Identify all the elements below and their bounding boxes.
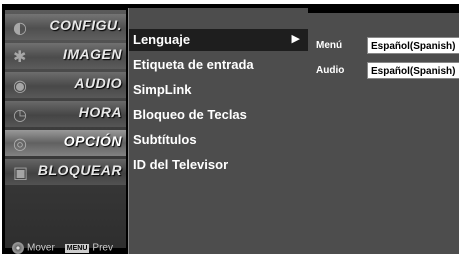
submenu-item-bloqueo-teclas[interactable]: Bloqueo de Teclas bbox=[133, 107, 247, 122]
move-arrows-icon bbox=[12, 242, 24, 254]
submenu-item-subtitulos[interactable]: Subtítulos bbox=[133, 132, 197, 147]
category-sidebar: ◐ CONFIGU. ✱ IMAGEN ◉ AUDIO ◷ HORA ◎ OPC… bbox=[5, 10, 126, 248]
speaker-icon: ◉ bbox=[13, 76, 27, 95]
category-configu[interactable]: ◐ CONFIGU. bbox=[5, 14, 126, 40]
prev-label: Prev bbox=[92, 242, 113, 254]
category-bloquear[interactable]: ▣ BLOQUEAR bbox=[5, 159, 126, 185]
category-label: AUDIO bbox=[74, 75, 122, 91]
category-imagen[interactable]: ✱ IMAGEN bbox=[5, 43, 126, 69]
option-dial-icon: ◎ bbox=[13, 134, 27, 153]
category-label: OPCIÓN bbox=[63, 133, 122, 149]
category-label: BLOQUEAR bbox=[37, 162, 122, 178]
arrow-right-icon: ▶ bbox=[291, 33, 300, 45]
audio-language-label: Audio bbox=[316, 65, 345, 76]
category-label: HORA bbox=[78, 104, 122, 120]
category-audio[interactable]: ◉ AUDIO bbox=[5, 72, 126, 98]
category-opcion[interactable]: ◎ OPCIÓN bbox=[5, 130, 126, 156]
menu-language-select[interactable]: Español(Spanish) bbox=[367, 37, 459, 54]
language-options-panel: Menú Español(Spanish) Audio Español(Span… bbox=[308, 13, 459, 254]
submenu-item-lenguaje[interactable]: Lenguaje ▶ bbox=[129, 29, 308, 51]
move-label: Mover bbox=[27, 242, 55, 254]
category-label: IMAGEN bbox=[63, 46, 122, 62]
menu-language-label: Menú bbox=[316, 40, 343, 51]
category-label: CONFIGU. bbox=[49, 17, 122, 33]
satellite-dish-icon: ◐ bbox=[13, 18, 27, 37]
lock-icon: ▣ bbox=[13, 163, 29, 182]
submenu-item-simplink[interactable]: SimpLink bbox=[133, 82, 192, 97]
category-hora[interactable]: ◷ HORA bbox=[5, 101, 126, 127]
audio-language-select[interactable]: Español(Spanish) bbox=[367, 62, 459, 79]
submenu-item-label: Lenguaje bbox=[133, 32, 191, 47]
submenu-item-etiqueta[interactable]: Etiqueta de entrada bbox=[133, 57, 254, 72]
menu-key-icon: MENU bbox=[64, 243, 90, 253]
submenu-item-id-televisor[interactable]: ID del Televisor bbox=[133, 157, 228, 172]
clock-icon: ◷ bbox=[13, 105, 27, 124]
submenu-panel: Lenguaje ▶ Etiqueta de entrada SimpLink … bbox=[128, 8, 308, 254]
navigation-help: Mover MENU Prev bbox=[12, 242, 113, 254]
film-reel-icon: ✱ bbox=[13, 47, 27, 66]
tv-osd-screen: ◐ CONFIGU. ✱ IMAGEN ◉ AUDIO ◷ HORA ◎ OPC… bbox=[2, 4, 459, 254]
